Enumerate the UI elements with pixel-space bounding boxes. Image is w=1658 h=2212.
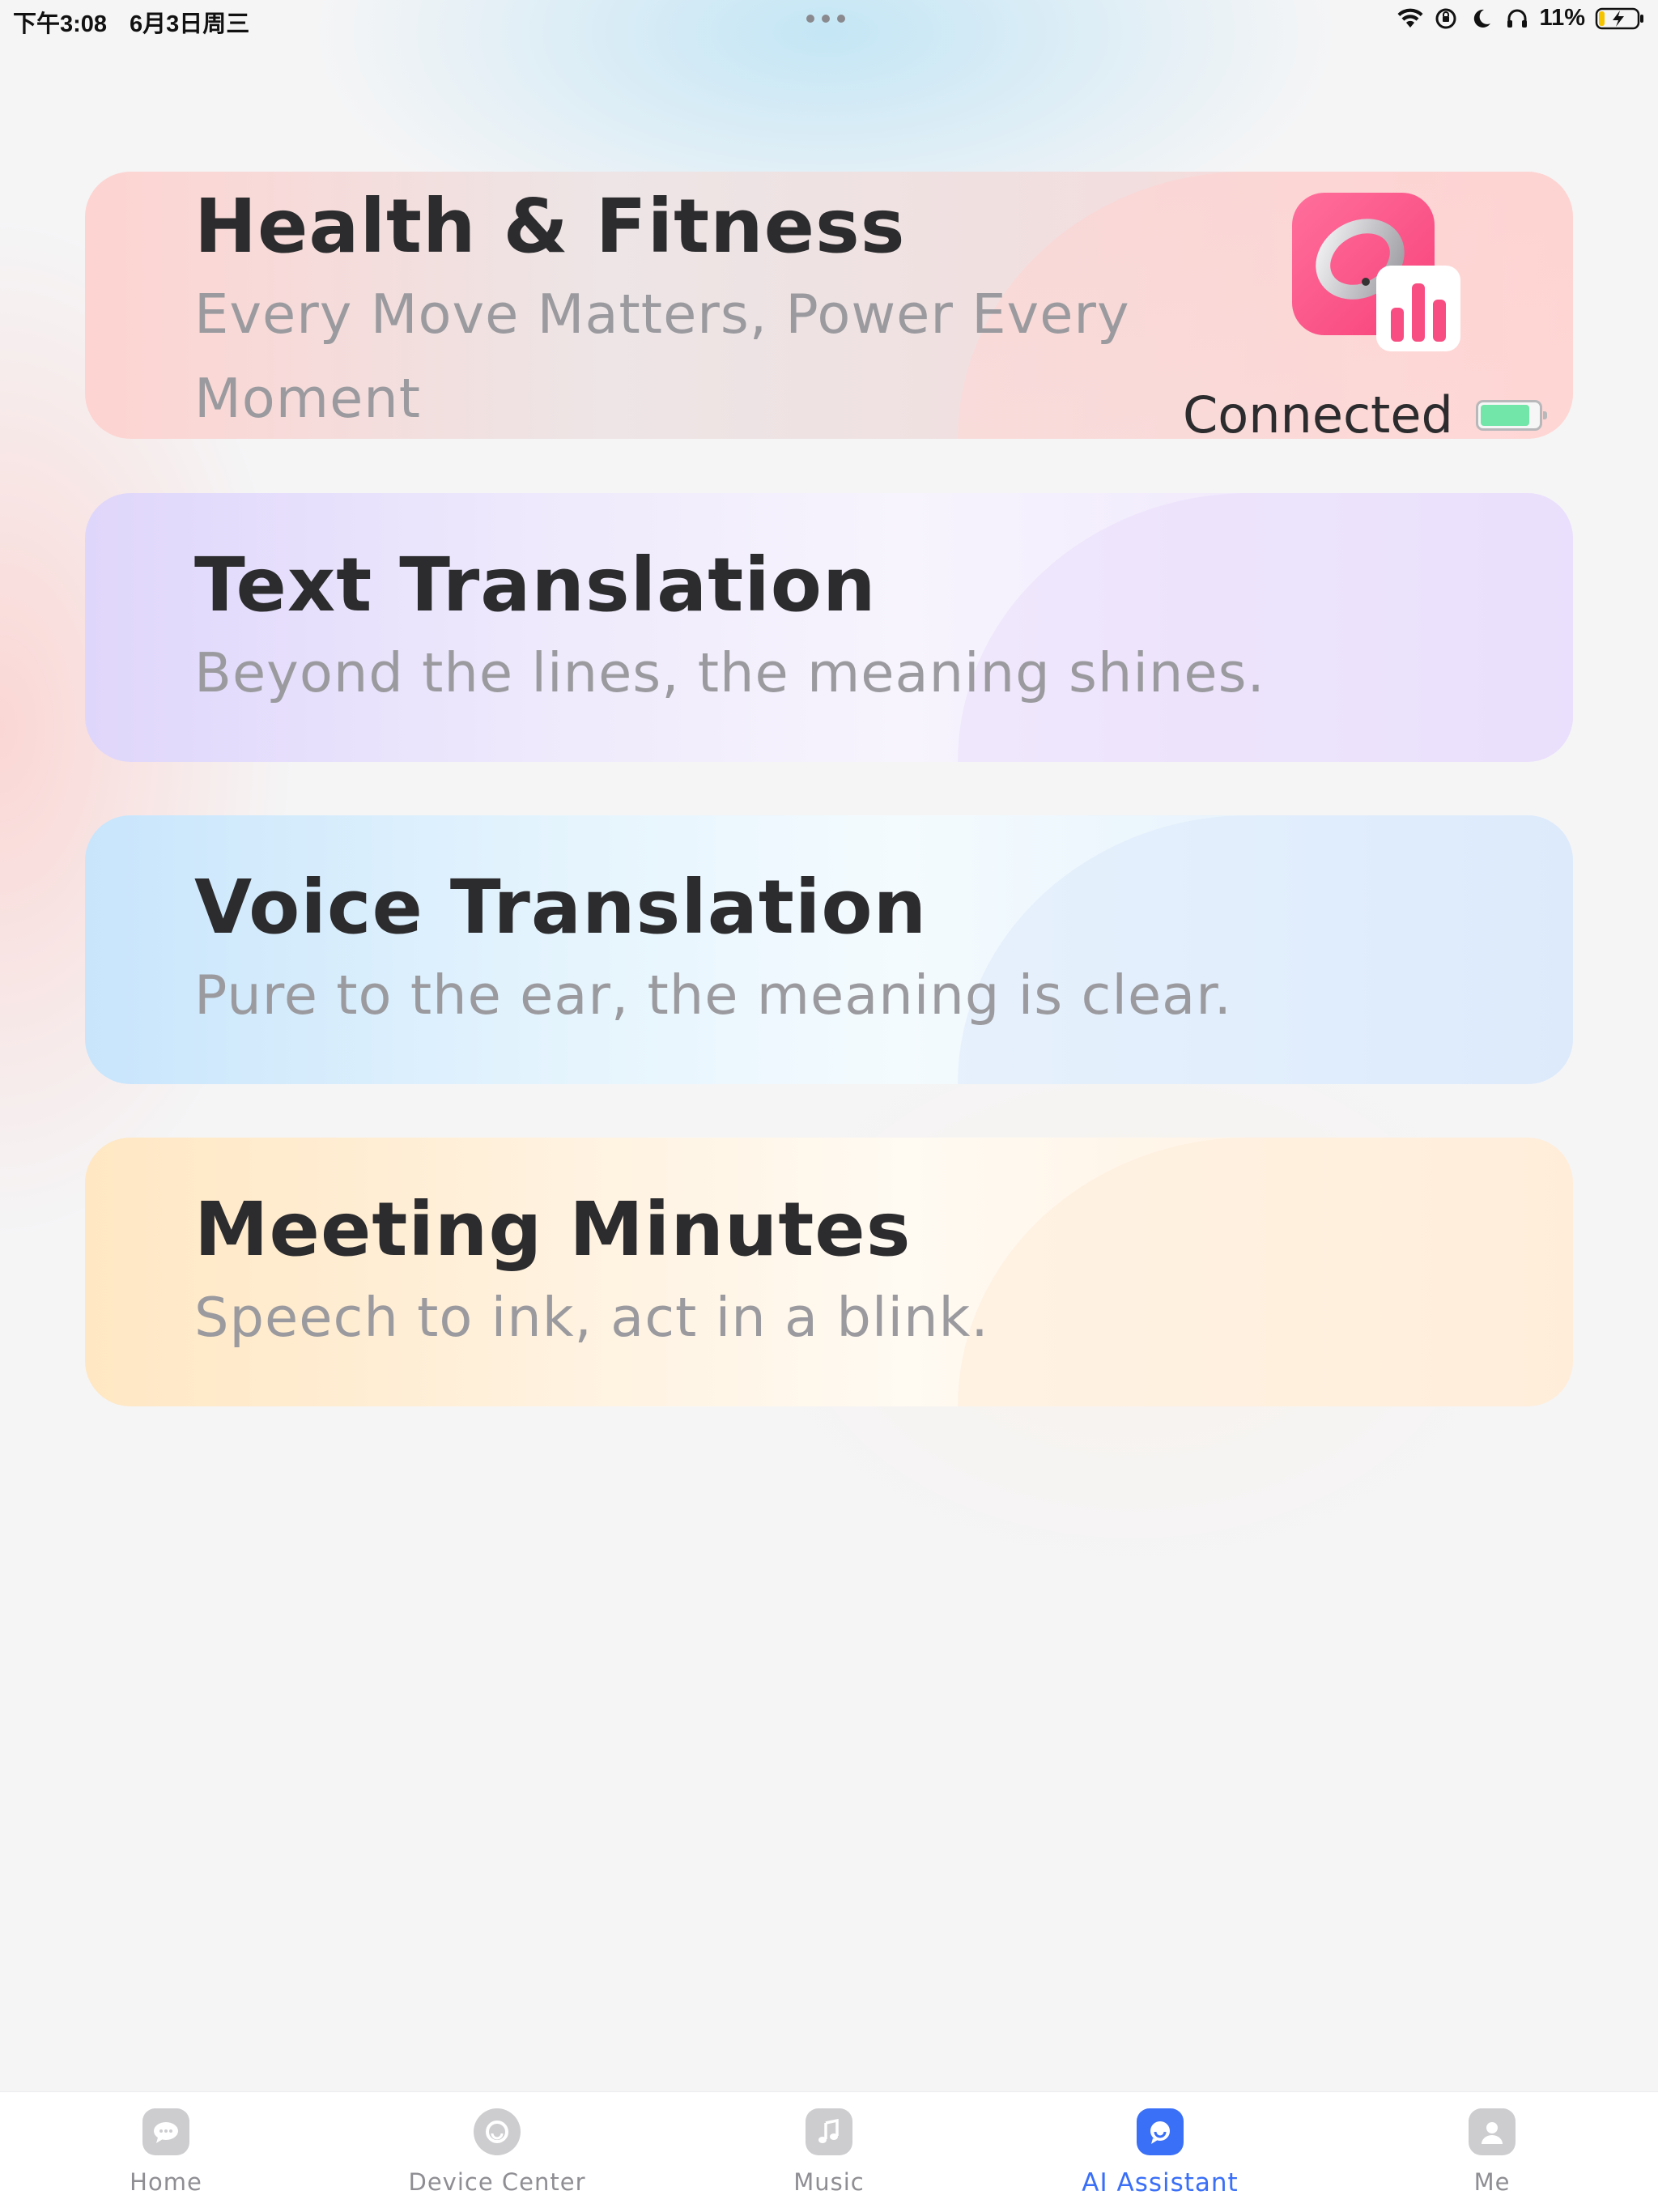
- person-icon: [1469, 2108, 1516, 2155]
- headphones-icon: [1504, 6, 1530, 32]
- wifi-icon: [1397, 6, 1423, 32]
- bottom-tab-bar: Home Device Center Music AI Assistant Me: [0, 2091, 1658, 2212]
- battery-charging-icon: [1595, 6, 1645, 32]
- device-battery-icon: [1475, 399, 1547, 431]
- tab-device-center[interactable]: Device Center: [376, 2092, 619, 2212]
- status-battery-percent: 11%: [1539, 5, 1585, 31]
- tab-home[interactable]: Home: [45, 2092, 287, 2212]
- text-translation-card[interactable]: Text Translation Beyond the lines, the m…: [85, 493, 1573, 762]
- moon-icon: [1469, 6, 1494, 32]
- card-decor-shape: [958, 815, 1573, 1084]
- smart-ring-health-icon: [1286, 186, 1464, 364]
- card-subtitle-line2: Moment: [194, 367, 422, 430]
- card-title: Health & Fitness: [194, 183, 906, 270]
- device-battery-fill: [1480, 404, 1529, 426]
- card-title: Text Translation: [194, 542, 877, 628]
- card-decor-shape: [958, 493, 1573, 762]
- meeting-minutes-card[interactable]: Meeting Minutes Speech to ink, act in a …: [85, 1138, 1573, 1406]
- tab-label: Device Center: [408, 2168, 586, 2196]
- device-center-icon: [474, 2108, 521, 2155]
- connection-status: Connected: [1183, 385, 1547, 439]
- tab-ai-assistant[interactable]: AI Assistant: [1039, 2092, 1282, 2212]
- connected-label: Connected: [1183, 385, 1453, 439]
- status-left: 下午3:08 6月3日周三: [13, 5, 249, 39]
- tab-me[interactable]: Me: [1371, 2092, 1613, 2212]
- multitasking-dots-icon[interactable]: [806, 15, 845, 23]
- card-title: Meeting Minutes: [194, 1186, 912, 1273]
- tab-label: Home: [130, 2168, 202, 2196]
- home-chat-icon: [142, 2108, 189, 2155]
- voice-translation-card[interactable]: Voice Translation Pure to the ear, the m…: [85, 815, 1573, 1084]
- card-subtitle-line1: Every Move Matters, Power Every: [194, 283, 1130, 346]
- health-fitness-card[interactable]: Health & Fitness Every Move Matters, Pow…: [85, 172, 1573, 439]
- status-bar: 下午3:08 6月3日周三 11%: [0, 0, 1658, 40]
- music-note-icon: [806, 2108, 852, 2155]
- tab-label: Music: [793, 2168, 865, 2196]
- card-subtitle: Pure to the ear, the meaning is clear.: [194, 963, 1232, 1027]
- orientation-lock-icon: [1433, 6, 1459, 32]
- status-right: 11%: [1397, 5, 1645, 32]
- status-date: 6月3日周三: [130, 11, 250, 37]
- ai-assistant-icon: [1137, 2108, 1184, 2155]
- card-decor-shape: [958, 1138, 1573, 1406]
- tab-label: Me: [1473, 2168, 1511, 2196]
- status-time: 下午3:08: [13, 11, 108, 37]
- card-title: Voice Translation: [194, 864, 928, 951]
- card-subtitle: Beyond the lines, the meaning shines.: [194, 641, 1265, 704]
- tab-music[interactable]: Music: [708, 2092, 950, 2212]
- tab-label: AI Assistant: [1082, 2168, 1239, 2197]
- card-subtitle: Speech to ink, act in a blink.: [194, 1286, 989, 1349]
